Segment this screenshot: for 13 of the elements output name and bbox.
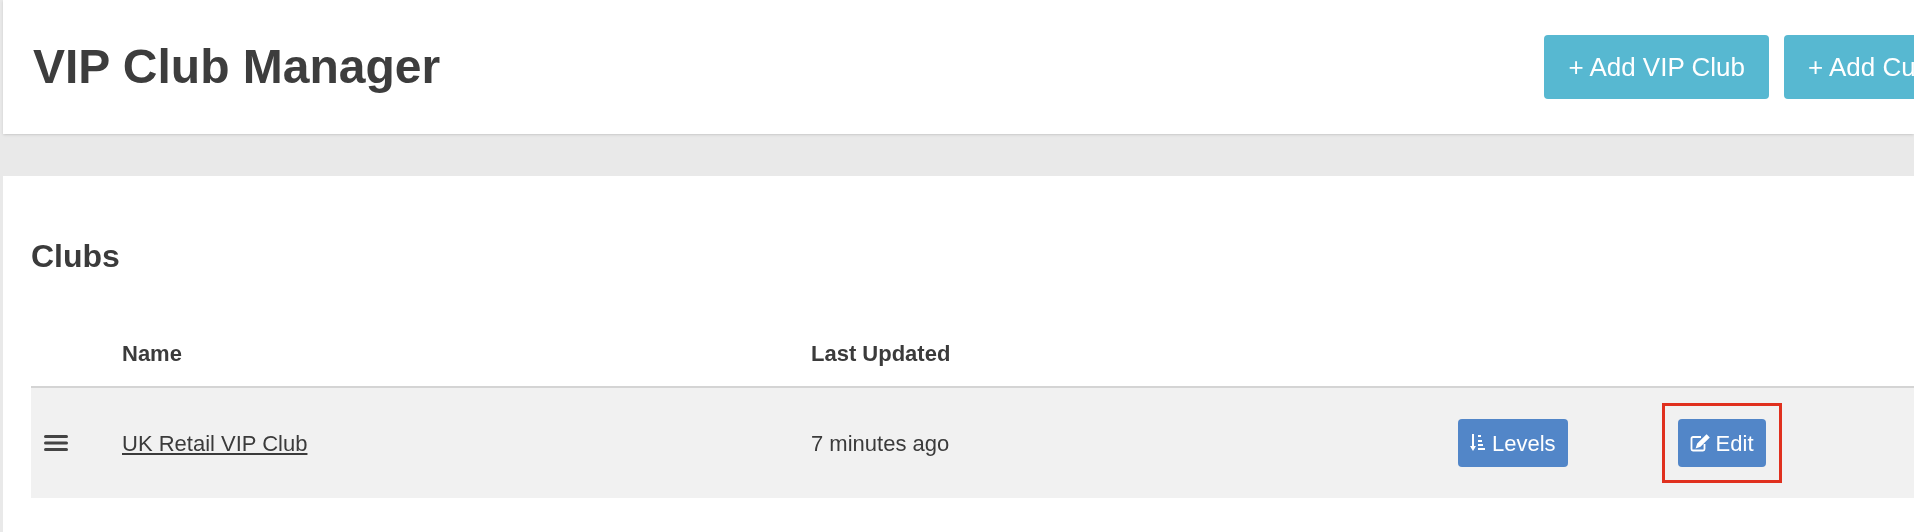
last-updated: 7 minutes ago: [811, 429, 951, 458]
column-header: Name: [122, 339, 183, 368]
page-title: VIP Club Manager: [33, 39, 441, 95]
levels-button[interactable]: Levels: [1458, 419, 1568, 467]
edit-button[interactable]: Edit: [1677, 419, 1766, 467]
sort-list-icon: [1470, 433, 1486, 453]
club-link[interactable]: UK Retail VIP Club: [122, 426, 811, 460]
drag-handle-icon[interactable]: [44, 433, 68, 453]
section-title: Clubs: [31, 237, 121, 276]
column-header: Last Updated: [811, 339, 951, 368]
add-button[interactable]: + Add Cu: [1784, 35, 1914, 99]
edit-icon: [1689, 434, 1710, 452]
add-button[interactable]: + Add VIP Club: [1544, 35, 1769, 99]
